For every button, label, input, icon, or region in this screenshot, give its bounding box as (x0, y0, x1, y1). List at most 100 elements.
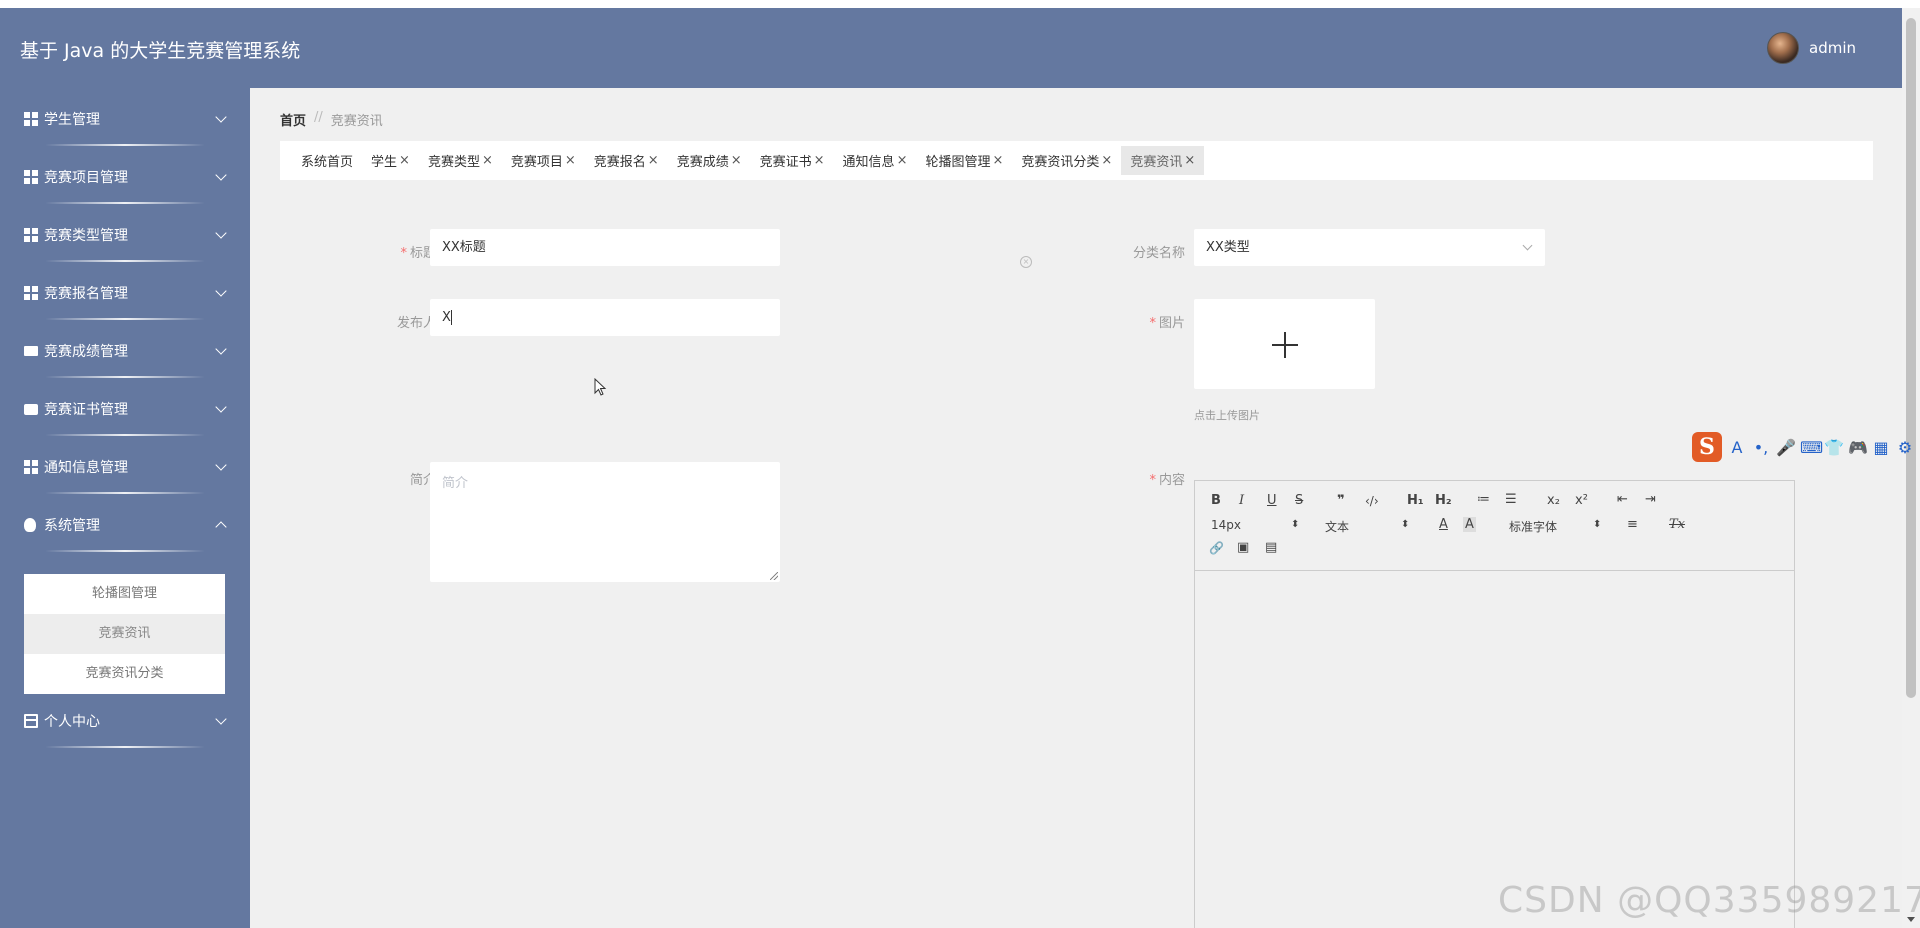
sidebar-item-students[interactable]: 学生管理 (0, 90, 250, 148)
superscript-button[interactable]: x² (1575, 493, 1588, 508)
tab-news[interactable]: 竞赛资讯 × (1121, 146, 1205, 175)
sidebar-item-scores[interactable]: 竞赛成绩管理 (0, 322, 250, 380)
tab-competition-projects[interactable]: 竞赛项目 × (502, 146, 585, 175)
clear-icon[interactable]: × (1020, 256, 1032, 268)
tab-registrations[interactable]: 竞赛报名 × (585, 146, 668, 175)
image-icon[interactable]: ▣ (1237, 540, 1249, 555)
tab-competition-types[interactable]: 竞赛类型 × (419, 146, 502, 175)
h1-button[interactable]: H₁ (1407, 493, 1424, 508)
close-icon[interactable]: × (565, 153, 576, 168)
font-size-select[interactable]: 14px (1211, 518, 1241, 532)
tab-home[interactable]: 系统首页 (292, 146, 362, 175)
tab-news-category[interactable]: 竞赛资讯分类 × (1012, 146, 1121, 175)
close-icon[interactable]: × (482, 153, 493, 168)
close-icon[interactable]: × (1101, 153, 1112, 168)
page-scrollbar[interactable] (1902, 8, 1920, 928)
rich-text-editor[interactable]: B I U S ❞ ‹/› H₁ H₂ ≔ ☰ x₂ x² ⇤ ⇥ 14px ⬍… (1194, 480, 1795, 928)
bullet-list-button[interactable]: ☰ (1505, 492, 1517, 507)
submenu-item-carousel[interactable]: 轮播图管理 (24, 574, 225, 614)
ordered-list-button[interactable]: ≔ (1477, 492, 1490, 507)
sidebar-item-profile[interactable]: 个人中心 (0, 692, 250, 750)
font-family-select[interactable]: 标准字体 (1509, 518, 1557, 535)
grid-icon (24, 170, 38, 184)
ime-punctuation-icon[interactable]: •, (1752, 438, 1770, 457)
text-color-button[interactable]: A (1439, 517, 1448, 532)
code-button[interactable]: ‹/› (1365, 494, 1379, 508)
menu-divider (45, 376, 205, 378)
align-button[interactable]: ≡ (1627, 517, 1638, 532)
sidebar-item-system[interactable]: 系统管理 (0, 496, 250, 554)
tab-label: 系统首页 (301, 155, 354, 170)
sidebar-item-label: 竞赛成绩管理 (44, 344, 128, 360)
tab-certificates[interactable]: 竞赛证书 × (751, 146, 834, 175)
close-icon[interactable]: × (1184, 153, 1195, 168)
bold-button[interactable]: B (1211, 493, 1221, 508)
subscript-button[interactable]: x₂ (1547, 493, 1560, 508)
close-icon[interactable]: × (648, 153, 659, 168)
italic-button[interactable]: I (1239, 493, 1244, 508)
ime-game-icon[interactable]: 🎮 (1848, 438, 1868, 457)
submenu-item-news[interactable]: 竞赛资讯 (24, 614, 225, 654)
resize-handle-icon[interactable] (770, 572, 778, 580)
avatar[interactable] (1767, 32, 1799, 64)
sidebar-item-registrations[interactable]: 竞赛报名管理 (0, 264, 250, 322)
sidebar-item-certificates[interactable]: 竞赛证书管理 (0, 380, 250, 438)
close-icon[interactable]: × (992, 153, 1003, 168)
ime-settings-icon[interactable]: ⚙ (1896, 438, 1914, 457)
tabs-bar: 系统首页 学生 × 竞赛类型 × 竞赛项目 × 竞赛报名 × 竞赛成绩 × 竞赛证书 × 通… (280, 141, 1873, 180)
tab-students[interactable]: 学生 × (362, 146, 419, 175)
ime-keyboard-icon[interactable]: ⌨ (1800, 438, 1823, 457)
sidebar-item-label: 竞赛证书管理 (44, 402, 128, 418)
video-icon[interactable]: ▤ (1265, 540, 1277, 555)
chevron-down-icon (215, 401, 227, 413)
category-label: 分类名称 (1132, 246, 1185, 261)
scroll-thumb[interactable] (1906, 18, 1916, 698)
underline-button[interactable]: U (1267, 493, 1277, 508)
close-icon[interactable]: × (731, 153, 742, 168)
strike-button[interactable]: S (1295, 493, 1303, 508)
intro-textarea[interactable]: 简介 (430, 462, 780, 582)
close-icon[interactable]: × (399, 153, 410, 168)
ime-skin-icon[interactable]: 👕 (1824, 438, 1844, 457)
tab-scores[interactable]: 竞赛成绩 × (668, 146, 751, 175)
title-label: * 标题 (400, 246, 436, 261)
background-color-button[interactable]: A (1463, 517, 1476, 532)
editor-toolbar: B I U S ❞ ‹/› H₁ H₂ ≔ ☰ x₂ x² ⇤ ⇥ 14px ⬍… (1195, 481, 1794, 571)
category-select[interactable]: XX类型 (1194, 229, 1545, 266)
sidebar-item-competition-projects[interactable]: 竞赛项目管理 (0, 148, 250, 206)
sidebar-item-label: 竞赛类型管理 (44, 228, 128, 244)
ime-voice-icon[interactable]: 🎤 (1776, 438, 1796, 457)
sidebar-item-competition-types[interactable]: 竞赛类型管理 (0, 206, 250, 264)
app-window: 基于 Java 的大学生竞赛管理系统 admin 学生管理 竞赛项目管理 竞赛类… (0, 8, 1920, 928)
select-arrows-icon: ⬍ (1401, 519, 1410, 530)
outdent-button[interactable]: ⇤ (1617, 492, 1628, 507)
format-select[interactable]: 文本 (1325, 518, 1349, 535)
ime-apps-icon[interactable]: ▦ (1872, 438, 1890, 457)
clear-format-button[interactable]: Tx (1669, 517, 1685, 532)
editor-body[interactable] (1195, 571, 1794, 928)
sogou-logo-icon[interactable]: S (1692, 432, 1722, 462)
sidebar-item-notices[interactable]: 通知信息管理 (0, 438, 250, 496)
submenu-item-news-category[interactable]: 竞赛资讯分类 (24, 654, 225, 694)
tab-notices[interactable]: 通知信息 × (834, 146, 917, 175)
sidebar-item-label: 竞赛报名管理 (44, 286, 128, 302)
chevron-down-icon (1522, 240, 1533, 251)
tab-carousel[interactable]: 轮播图管理 × (916, 146, 1012, 175)
link-icon[interactable]: 🔗 (1209, 541, 1224, 555)
blockquote-button[interactable]: ❞ (1337, 493, 1345, 508)
breadcrumb-home[interactable]: 首页 (280, 110, 306, 129)
image-upload[interactable] (1194, 299, 1375, 389)
chevron-down-icon (215, 459, 227, 471)
intro-label: 简介 (409, 473, 436, 488)
user-menu[interactable]: admin (1767, 30, 1856, 66)
user-name[interactable]: admin (1809, 39, 1856, 57)
publisher-input[interactable]: X (430, 299, 780, 336)
close-icon[interactable]: × (814, 153, 825, 168)
h2-button[interactable]: H₂ (1435, 493, 1452, 508)
app-title: 基于 Java 的大学生竞赛管理系统 (20, 40, 301, 62)
sidebar-item-label: 通知信息管理 (44, 460, 128, 476)
ime-language-icon[interactable]: A (1728, 438, 1746, 457)
indent-button[interactable]: ⇥ (1645, 492, 1656, 507)
title-input[interactable]: XX标题 (430, 229, 780, 266)
close-icon[interactable]: × (897, 153, 908, 168)
